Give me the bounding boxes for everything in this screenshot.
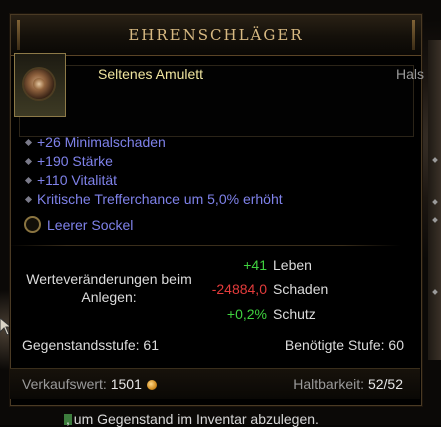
sell-value: Verkaufswert: 1501 <box>22 376 157 392</box>
durability-label: Haltbarkeit: <box>293 376 365 392</box>
gold-coin-icon <box>146 380 157 390</box>
stat-text: +110 Vitalität <box>37 172 118 188</box>
stat-text: +26 Minimalschaden <box>37 134 166 150</box>
item-type: Seltenes Amulett <box>98 66 204 82</box>
background-bullet-icon <box>432 289 438 295</box>
socket-label: Leerer Sockel <box>47 217 134 233</box>
required-level: Benötigte Stufe: 60 <box>284 337 404 353</box>
stat-bullet-icon <box>24 176 33 185</box>
durability-value: 52/52 <box>367 376 403 392</box>
stat-change-value: +41 <box>243 257 267 273</box>
section-divider <box>8 245 401 246</box>
socket-icon <box>24 216 41 233</box>
stat-text: +190 Stärke <box>37 153 113 169</box>
stat-line: +190 Stärke <box>24 153 113 169</box>
amulet-gem-icon <box>33 78 45 90</box>
stat-bullet-icon <box>24 138 33 147</box>
tooltip-header: EHRENSCHLÄGER <box>11 15 421 56</box>
stat-change-value: +0,2% <box>226 306 267 322</box>
item-name: EHRENSCHLÄGER <box>128 26 304 44</box>
sell-amount: 1501 <box>110 376 142 392</box>
stat-change-name: Schutz <box>273 306 316 322</box>
item-slot: Hals <box>395 66 424 82</box>
sell-label: Verkaufswert: <box>22 376 107 392</box>
stat-change-name: Leben <box>273 257 312 273</box>
empty-socket: Leerer Sockel <box>24 216 133 233</box>
stat-line: +110 Vitalität <box>24 172 118 188</box>
background-bullet-icon <box>432 217 438 223</box>
background-bullet-icon <box>432 157 438 163</box>
stat-bullet-icon <box>24 157 33 166</box>
item-level: Gegenstandsstufe: 61 <box>22 337 159 353</box>
stat-bullet-icon <box>24 195 33 204</box>
tooltip-footer: Verkaufswert: 1501 Haltbarkeit: 52/52 <box>10 368 420 399</box>
background-bullet-icon <box>432 199 438 205</box>
stat-change-name: Schaden <box>273 281 329 297</box>
stat-change-label: Werteveränderungen beim Anlegen: <box>26 271 192 305</box>
stat-line: +26 Minimalschaden <box>24 134 166 150</box>
item-icon-frame <box>14 53 66 117</box>
stat-line: Kritische Trefferchance um 5,0% erhöht <box>24 191 283 207</box>
stat-change-value: -24884,0 <box>211 281 267 297</box>
amulet-icon <box>24 69 54 99</box>
stat-text: Kritische Trefferchance um 5,0% erhöht <box>37 191 283 207</box>
durability: Haltbarkeit: 52/52 <box>293 376 403 392</box>
background-panel-edge <box>428 40 441 360</box>
item-summary-panel <box>19 65 414 137</box>
